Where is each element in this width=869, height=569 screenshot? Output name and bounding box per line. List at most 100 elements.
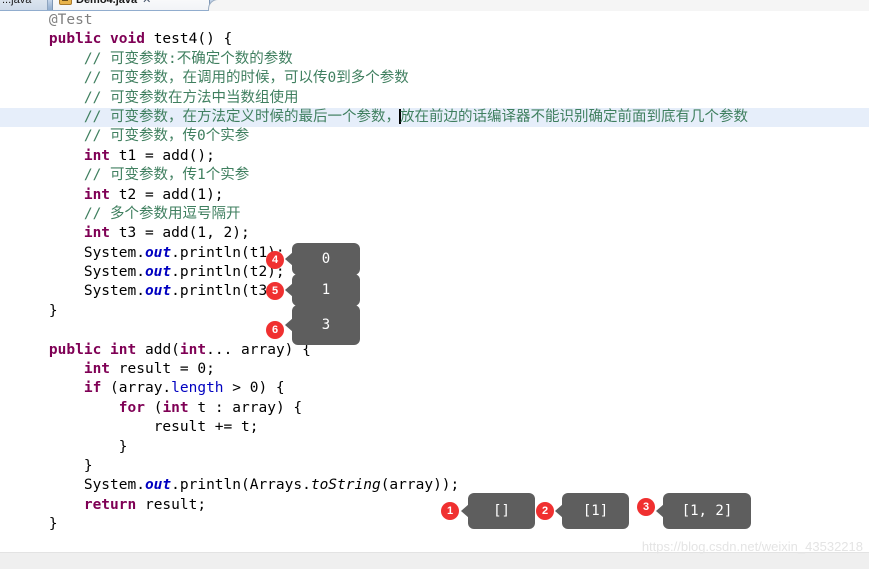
code-line[interactable]: public void test4() {: [0, 30, 869, 49]
code-token-plain: System.: [83, 283, 145, 300]
status-bar: [0, 552, 869, 569]
code-line[interactable]: }: [0, 438, 869, 457]
code-line[interactable]: System.out.println(t2);: [0, 263, 869, 282]
code-line[interactable]: result += t;: [0, 418, 869, 437]
code-token-kw: void: [110, 31, 145, 48]
code-token-plain: t2 = add(1);: [110, 186, 224, 203]
code-token-kw: int: [179, 341, 207, 358]
code-line[interactable]: for (int t : array) {: [0, 399, 869, 418]
code-line[interactable]: // 多个参数用逗号隔开: [0, 205, 869, 224]
code-token-stat: out: [144, 264, 172, 281]
code-token-kw: int: [83, 225, 111, 242]
code-token-plain: result = 0;: [110, 361, 215, 378]
code-token-plain: test4() {: [144, 31, 233, 48]
code-token-cmt: // 可变参数在方法中当数组使用: [83, 89, 299, 106]
code-token-cmt: // 可变参数，传0个实参: [83, 128, 250, 145]
code-token-kw: for: [118, 399, 145, 416]
code-line[interactable]: }: [0, 457, 869, 476]
tab-inactive[interactable]: ...java: [0, 0, 48, 10]
code-line[interactable]: // 可变参数:不确定个数的参数: [0, 50, 869, 69]
code-token-plain: .println(Arrays.: [171, 477, 311, 494]
tab-label: ...java: [2, 0, 32, 6]
code-token-plain: }: [118, 438, 128, 455]
code-line[interactable]: public int add(int... array) {: [0, 341, 869, 360]
code-line[interactable]: // 可变参数，传1个实参: [0, 166, 869, 185]
code-token-plain: result;: [136, 496, 207, 513]
annotation-callout: 1: [285, 274, 360, 306]
code-line[interactable]: System.out.println(t1);: [0, 244, 869, 263]
code-line[interactable]: @Test: [0, 11, 869, 30]
code-token-cmt: // 可变参数:不确定个数的参数: [83, 50, 293, 67]
code-token-plain: t1 = add();: [110, 147, 215, 164]
code-line[interactable]: int t2 = add(1);: [0, 186, 869, 205]
code-token-plain: t : array) {: [188, 399, 303, 416]
code-token-plain: }: [48, 516, 58, 533]
code-token-plain: (: [144, 399, 163, 416]
code-token-anno: @Test: [48, 12, 93, 28]
code-line[interactable]: if (array.length > 0) {: [0, 379, 869, 398]
annotation-callout: []: [461, 493, 535, 529]
annotation-callout: [1]: [555, 493, 629, 529]
code-token-kw: int: [83, 361, 111, 378]
tab-demo4-java[interactable]: Demo4.java ✕: [52, 0, 210, 10]
code-token-cmt: // 可变参数，在调用的时候，可以传0到多个参数: [83, 70, 409, 87]
code-token-kw: int: [162, 399, 189, 416]
code-line[interactable]: // 可变参数，传0个实参: [0, 127, 869, 146]
java-file-icon: [59, 0, 72, 5]
code-token-cmt: // 多个参数用逗号隔开: [83, 205, 241, 222]
code-line[interactable]: [0, 321, 869, 340]
code-line[interactable]: int t1 = add();: [0, 147, 869, 166]
close-icon[interactable]: ✕: [142, 0, 151, 6]
code-token-plain: (array));: [380, 477, 460, 494]
code-token-plain: > 0) {: [223, 380, 285, 397]
code-token-kw: public: [48, 31, 102, 48]
code-token-cmt: // 可变参数，在方法定义时候的最后一个参数，: [83, 108, 401, 125]
annotation-callout: 0: [285, 243, 360, 275]
code-token-kw: int: [83, 186, 111, 203]
code-token-plain: (array.: [101, 380, 172, 397]
annotation-callout: [1, 2]: [656, 493, 751, 529]
code-editor[interactable]: @Test public void test4() { // 可变参数:不确定个…: [0, 11, 869, 552]
code-token-plain: }: [48, 302, 58, 319]
code-token-kw: public: [48, 341, 102, 358]
tab-strip-filler: [208, 0, 869, 11]
code-token-plain: .println(t2);: [171, 264, 285, 281]
code-token-kw: int: [110, 341, 137, 358]
code-token-plain: System.: [83, 477, 145, 494]
editor-tab-strip: ...java Demo4.java ✕: [0, 0, 869, 11]
code-lines: @Test public void test4() { // 可变参数:不确定个…: [0, 11, 869, 535]
tab-label: Demo4.java: [76, 0, 138, 6]
code-token-cmt: 放在前边的话编译器不能识别确定前面到底有几个参数: [400, 108, 749, 125]
code-line[interactable]: System.out.println(t3);: [0, 282, 869, 301]
code-token-fld: length: [171, 380, 224, 397]
code-line[interactable]: // 可变参数，在调用的时候，可以传0到多个参数: [0, 69, 869, 88]
code-token-statm: toString: [310, 477, 381, 494]
code-line[interactable]: // 可变参数，在方法定义时候的最后一个参数，放在前边的话编译器不能识别确定前面…: [0, 107, 869, 128]
annotation-badge: 2: [536, 502, 554, 520]
code-line[interactable]: }: [0, 302, 869, 321]
code-line[interactable]: // 可变参数在方法中当数组使用: [0, 89, 869, 108]
code-token-kw: if: [83, 380, 102, 397]
code-line[interactable]: int result = 0;: [0, 360, 869, 379]
code-line[interactable]: int t3 = add(1, 2);: [0, 224, 869, 243]
